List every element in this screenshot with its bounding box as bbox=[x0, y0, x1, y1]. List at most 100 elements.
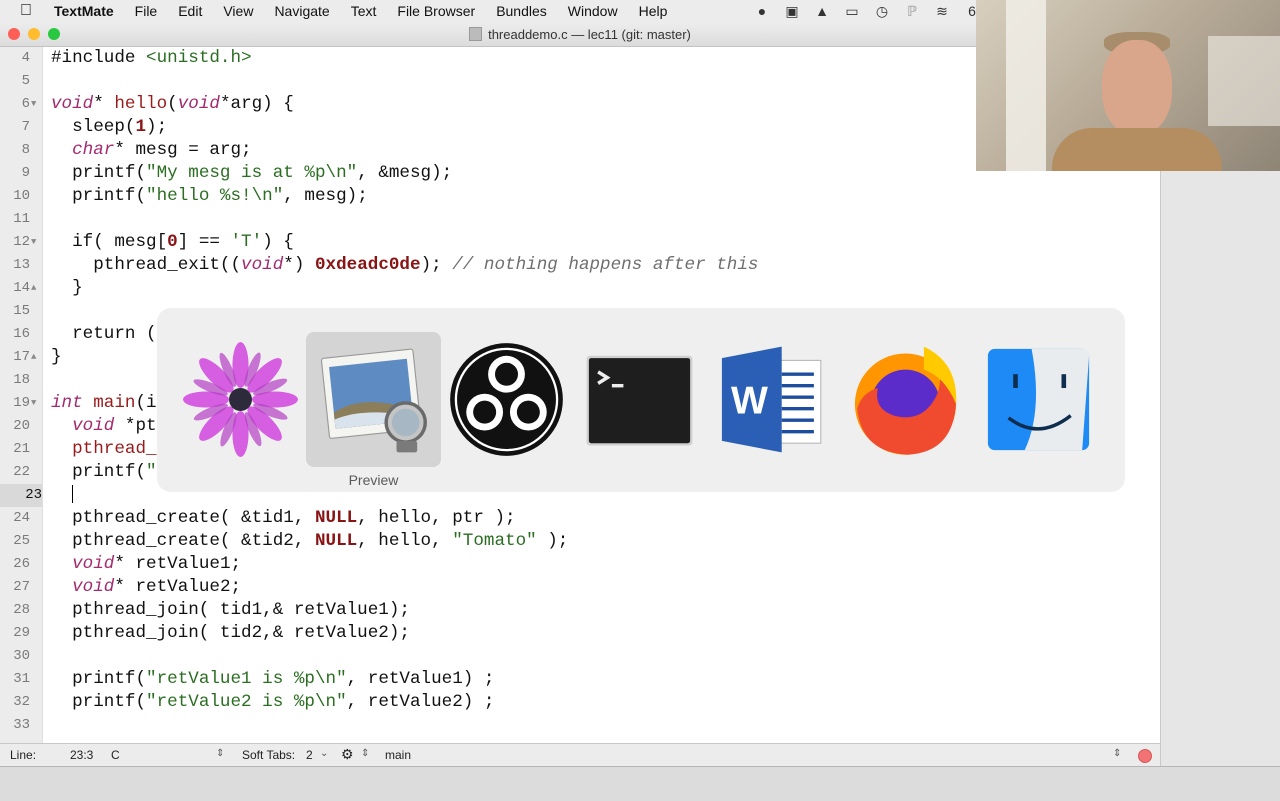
bluetooth-icon[interactable]: ℙ bbox=[904, 3, 920, 20]
line-number: 30 bbox=[13, 648, 30, 664]
fold-marker-icon[interactable]: ▲ bbox=[31, 346, 41, 369]
code-text: printf(" bbox=[51, 462, 157, 482]
airplay-icon[interactable]: ▲ bbox=[814, 3, 830, 19]
fold-marker-icon[interactable]: ▼ bbox=[31, 231, 41, 254]
chevron-updown-icon: ⇕ bbox=[361, 748, 370, 759]
line-number: 26 bbox=[13, 556, 30, 572]
line-number: 8 bbox=[21, 142, 30, 158]
code-line[interactable]: 25 pthread_create( &tid2, NULL, hello, "… bbox=[0, 530, 1160, 553]
code-text: char* mesg = arg; bbox=[72, 140, 252, 160]
line-number: 16 bbox=[13, 326, 30, 342]
fold-marker-icon[interactable]: ▲ bbox=[31, 277, 41, 300]
fold-marker-icon[interactable]: ▼ bbox=[31, 93, 41, 116]
line-number: 18 bbox=[13, 372, 30, 388]
code-line[interactable]: 30 bbox=[0, 645, 1160, 668]
gear-icon[interactable]: ⚙ bbox=[341, 746, 354, 763]
switcher-app-terminal[interactable] bbox=[572, 332, 707, 467]
code-line[interactable]: 10 printf("hello %s!\n", mesg); bbox=[0, 185, 1160, 208]
switcher-app-finder[interactable] bbox=[971, 332, 1106, 467]
tab-size-select[interactable]: 2 bbox=[306, 748, 313, 762]
word-icon: W bbox=[721, 346, 822, 453]
app-switcher: W Preview bbox=[157, 308, 1125, 492]
line-number: 20 bbox=[13, 418, 30, 434]
tabs-label[interactable]: Soft Tabs: bbox=[242, 748, 295, 762]
switcher-app-firefox[interactable] bbox=[838, 332, 973, 467]
opera-icon[interactable]: ● bbox=[754, 3, 770, 19]
switcher-app-osiris[interactable] bbox=[173, 332, 308, 467]
code-line[interactable]: 29 pthread_join( tid2,& retValue2); bbox=[0, 622, 1160, 645]
code-text: void* hello(void*arg) { bbox=[51, 94, 294, 114]
line-number: 12 bbox=[13, 234, 30, 250]
cursor-position[interactable]: 23:3 bbox=[70, 748, 93, 762]
line-number: 19 bbox=[13, 395, 30, 411]
wifi-icon[interactable]: ≋ bbox=[934, 3, 950, 20]
terminal-icon bbox=[586, 355, 693, 446]
code-text: printf("hello %s!\n", mesg); bbox=[51, 186, 368, 206]
code-text: printf("retValue1 is %p\n", retValue1) ; bbox=[51, 669, 495, 689]
code-line[interactable]: 32 printf("retValue2 is %p\n", retValue2… bbox=[0, 691, 1160, 714]
preview-icon bbox=[320, 348, 427, 453]
svg-text:W: W bbox=[731, 379, 768, 422]
code-line[interactable]: 12 ▼ if( mesg[0] == 'T') { bbox=[0, 231, 1160, 254]
macro-record-icon[interactable] bbox=[1138, 749, 1152, 763]
line-number: 33 bbox=[13, 717, 30, 733]
time-machine-icon[interactable]: ◷ bbox=[874, 3, 890, 20]
code-line[interactable]: 11 bbox=[0, 208, 1160, 231]
screen-icon[interactable]: ▭ bbox=[844, 3, 860, 20]
code-line[interactable]: 31 printf("retValue1 is %p\n", retValue1… bbox=[0, 668, 1160, 691]
chevron-down-icon: ⌄ bbox=[320, 748, 329, 759]
switcher-app-preview[interactable] bbox=[306, 332, 441, 467]
chevron-updown-icon: ⇕ bbox=[216, 748, 225, 759]
menu-file-browser[interactable]: File Browser bbox=[397, 3, 475, 19]
code-text: int main(i bbox=[51, 393, 157, 413]
code-line[interactable]: 28 pthread_join( tid1,& retValue1); bbox=[0, 599, 1160, 622]
code-line[interactable]: 14 ▲ } bbox=[0, 277, 1160, 300]
apple-menu-icon[interactable]:  bbox=[20, 2, 38, 20]
line-number: 17 bbox=[13, 349, 30, 365]
menu-window[interactable]: Window bbox=[568, 3, 618, 19]
code-text: pthread_join( tid1,& retValue1); bbox=[51, 600, 410, 620]
line-number: 31 bbox=[13, 671, 30, 687]
line-number: 5 bbox=[21, 73, 30, 89]
menu-help[interactable]: Help bbox=[639, 3, 668, 19]
code-text: pthread_create( &tid1, NULL, hello, ptr … bbox=[51, 508, 516, 528]
code-text: sleep(1); bbox=[51, 117, 168, 137]
line-number: 22 bbox=[13, 464, 30, 480]
code-text bbox=[51, 484, 74, 507]
switcher-app-word[interactable]: W bbox=[705, 332, 840, 467]
line-number: 28 bbox=[13, 602, 30, 618]
firefox-icon bbox=[854, 346, 957, 455]
desktop-background bbox=[0, 766, 1280, 801]
menu-app-textmate[interactable]: TextMate bbox=[54, 3, 114, 19]
fold-marker-icon[interactable]: ▼ bbox=[31, 392, 41, 415]
menu-edit[interactable]: Edit bbox=[178, 3, 202, 19]
code-line[interactable]: 26 void* retValue1; bbox=[0, 553, 1160, 576]
code-text: } bbox=[51, 278, 83, 298]
line-number: 29 bbox=[13, 625, 30, 641]
menu-view[interactable]: View bbox=[223, 3, 253, 19]
docker-icon[interactable]: ▣ bbox=[784, 3, 800, 20]
line-number: 23 bbox=[0, 484, 42, 507]
document-icon bbox=[469, 27, 483, 41]
menu-file[interactable]: File bbox=[135, 3, 158, 19]
code-line[interactable]: 13 pthread_exit((void*) 0xdeadc0de); // … bbox=[0, 254, 1160, 277]
menu-text[interactable]: Text bbox=[351, 3, 377, 19]
webcam-video bbox=[976, 0, 1280, 171]
language-select[interactable]: C bbox=[111, 748, 120, 762]
menu-bundles[interactable]: Bundles bbox=[496, 3, 547, 19]
code-text: printf("My mesg is at %p\n", &mesg); bbox=[51, 163, 453, 183]
obs-icon bbox=[450, 343, 563, 456]
line-number: 14 bbox=[13, 280, 30, 296]
presenter-shirt bbox=[1052, 128, 1222, 171]
code-line[interactable]: 24 pthread_create( &tid1, NULL, hello, p… bbox=[0, 507, 1160, 530]
code-text: pthread_ bbox=[72, 439, 157, 459]
code-text: void* retValue2; bbox=[72, 577, 242, 597]
menu-navigate[interactable]: Navigate bbox=[274, 3, 329, 19]
symbol-select[interactable]: main bbox=[385, 748, 411, 762]
code-line[interactable]: 33 bbox=[0, 714, 1160, 737]
switcher-app-obs[interactable] bbox=[439, 332, 574, 467]
line-number: 25 bbox=[13, 533, 30, 549]
line-number: 6 bbox=[21, 96, 30, 112]
code-line[interactable]: 27 void* retValue2; bbox=[0, 576, 1160, 599]
line-number: 21 bbox=[13, 441, 30, 457]
